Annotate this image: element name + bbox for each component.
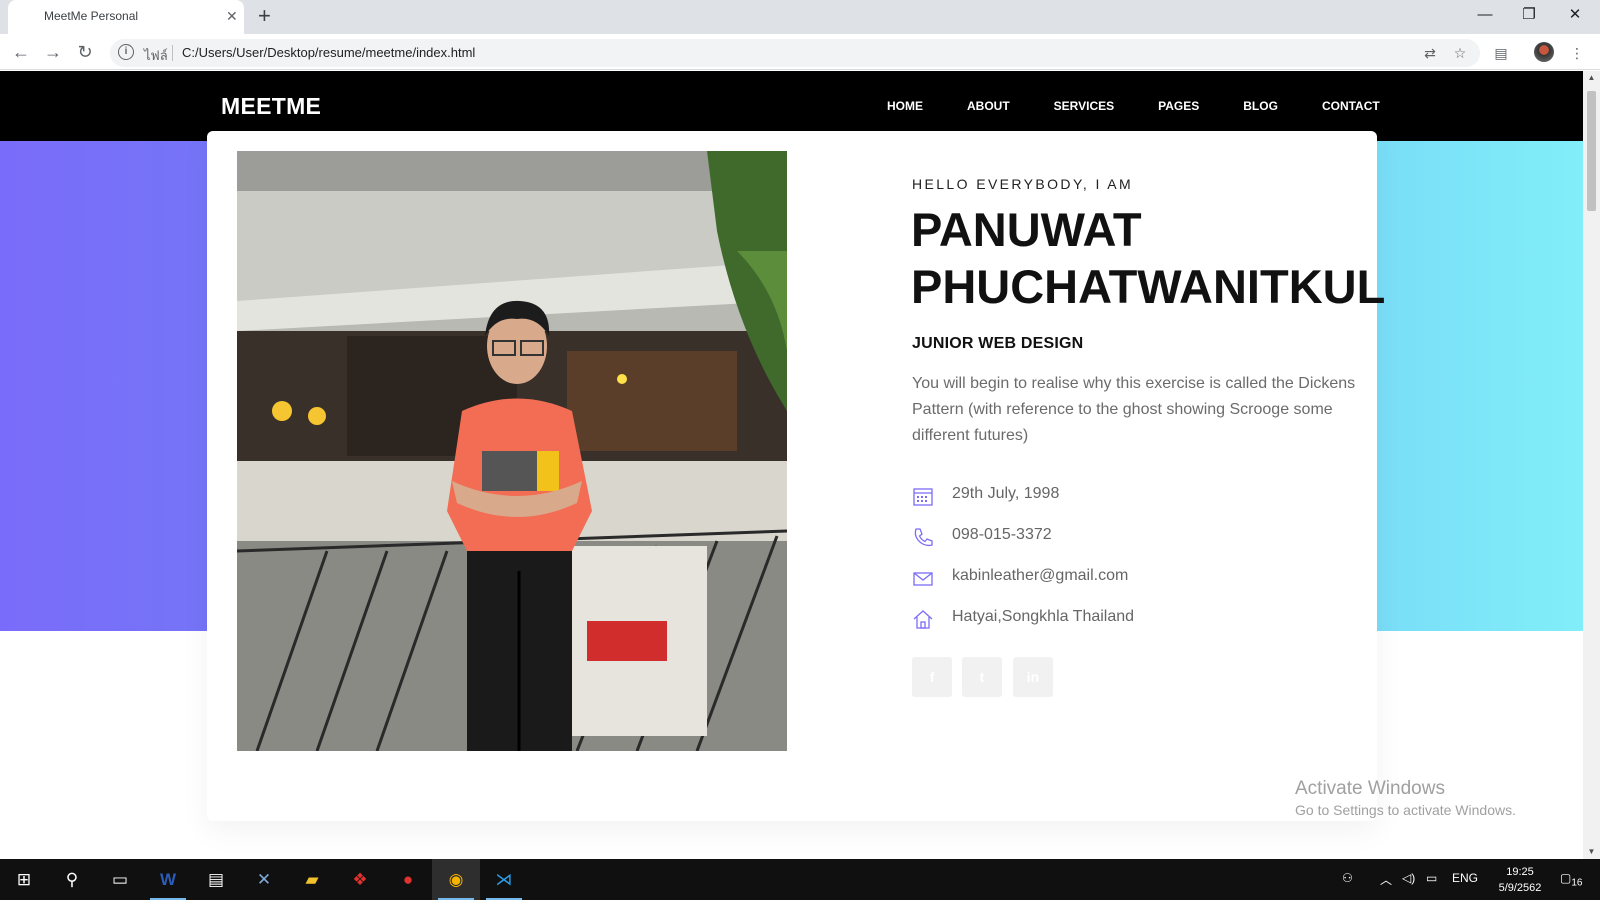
tray-expand-icon[interactable]: ︿ xyxy=(1380,871,1392,888)
page-viewport: MEETME HOME ABOUT SERVICES PAGES BLOG CO… xyxy=(0,71,1583,859)
calendar-icon xyxy=(913,488,933,506)
info-birthday-text: 29th July, 1998 xyxy=(952,485,1060,502)
file-explorer-icon[interactable]: ▰ xyxy=(288,859,336,900)
people-icon[interactable]: ⚇ xyxy=(1342,871,1353,885)
activate-windows-title: Activate Windows xyxy=(1295,778,1445,799)
nav-blog[interactable]: BLOG xyxy=(1243,99,1278,113)
translate-icon[interactable]: ⇄ xyxy=(1420,43,1440,63)
volume-icon[interactable]: ◁) xyxy=(1402,871,1415,885)
start-icon[interactable]: ⊞ xyxy=(0,859,48,900)
address-bar[interactable]: i ไฟล์ C:/Users/User/Desktop/resume/meet… xyxy=(110,39,1480,67)
hero-name-last: PHUCHATWANITKUL xyxy=(911,260,1386,313)
nav-contact[interactable]: CONTACT xyxy=(1322,99,1380,113)
back-icon[interactable]: ← xyxy=(9,40,33,64)
tab-title: MeetMe Personal xyxy=(44,9,139,23)
info-address-text: Hatyai,Songkhla Thailand xyxy=(952,608,1135,625)
new-tab-button[interactable]: + xyxy=(258,4,271,28)
clock-date: 5/9/2562 xyxy=(1498,882,1542,894)
browser-tab[interactable]: MeetMe Personal ✕ xyxy=(8,0,244,34)
info-icon[interactable]: i xyxy=(118,44,134,60)
forward-icon[interactable]: → xyxy=(41,40,65,64)
chat-app-icon[interactable]: ● xyxy=(384,859,432,900)
notification-count: 16 xyxy=(1571,877,1583,889)
address-separator xyxy=(172,45,173,61)
hero-greeting: HELLO EVERYBODY, I AM xyxy=(912,176,1134,192)
network-icon[interactable]: ▭ xyxy=(1426,871,1437,885)
browser-tabbar: MeetMe Personal ✕ + — ❐ ✕ xyxy=(0,0,1600,34)
restore-icon[interactable]: ❐ xyxy=(1509,4,1549,26)
facebook-icon[interactable]: f xyxy=(912,657,952,697)
language-indicator[interactable]: ENG xyxy=(1452,871,1478,885)
close-window-icon[interactable]: ✕ xyxy=(1555,4,1595,26)
activate-windows-subtitle: Go to Settings to activate Windows. xyxy=(1295,802,1516,818)
browser-toolbar: ← → ↻ i ไฟล์ C:/Users/User/Desktop/resum… xyxy=(0,34,1600,70)
minimize-icon[interactable]: — xyxy=(1465,4,1505,26)
search-icon[interactable]: ⚲ xyxy=(48,859,96,900)
linkedin-icon[interactable]: in xyxy=(1013,657,1053,697)
main-menu: HOME ABOUT SERVICES PAGES BLOG CONTACT xyxy=(887,99,1424,113)
nav-pages[interactable]: PAGES xyxy=(1158,99,1199,113)
task-view-icon[interactable]: ▭ xyxy=(96,859,144,900)
close-tab-icon[interactable]: ✕ xyxy=(226,8,238,24)
nav-services[interactable]: SERVICES xyxy=(1054,99,1114,113)
nav-home[interactable]: HOME xyxy=(887,99,923,113)
extension-icon[interactable]: ▤ xyxy=(1490,42,1512,64)
reload-icon[interactable]: ↻ xyxy=(73,40,97,64)
menu-dots-icon[interactable]: ⋮ xyxy=(1566,42,1588,64)
scroll-up-icon[interactable]: ▲ xyxy=(1583,71,1600,85)
site-logo[interactable]: MEETME xyxy=(221,93,321,120)
info-email-text[interactable]: kabinleather@gmail.com xyxy=(952,567,1128,585)
nav-about[interactable]: ABOUT xyxy=(967,99,1010,113)
address-prefix: ไฟล์ xyxy=(144,48,168,63)
bookmark-star-icon[interactable]: ☆ xyxy=(1450,43,1470,63)
document-app-icon[interactable]: ▤ xyxy=(192,859,240,900)
page-scrollbar[interactable]: ▲ ▼ xyxy=(1583,71,1600,859)
phone-icon xyxy=(914,528,933,547)
chrome-icon[interactable]: ◉ xyxy=(432,859,480,900)
vscode-icon[interactable]: ⋊ xyxy=(480,859,528,900)
notification-icon[interactable]: ▢16 xyxy=(1560,871,1582,888)
mail-icon xyxy=(913,572,933,586)
url-text[interactable]: C:/Users/User/Desktop/resume/meetme/inde… xyxy=(182,45,475,60)
word-icon[interactable]: W xyxy=(144,859,192,900)
taskbar-clock[interactable]: 19:25 5/9/2562 xyxy=(1490,864,1550,896)
hero-name: PANUWAT PHUCHATWANITKUL xyxy=(911,201,1385,315)
info-phone-text[interactable]: 098-015-3372 xyxy=(952,526,1052,544)
home-icon xyxy=(913,610,933,629)
app-icon[interactable]: ✕ xyxy=(240,859,288,900)
clock-time: 19:25 xyxy=(1506,866,1534,878)
hero-role: JUNIOR WEB DESIGN xyxy=(912,335,1084,352)
hero-bio: You will begin to realise why this exerc… xyxy=(912,375,1356,444)
profile-avatar[interactable] xyxy=(1534,42,1554,62)
windows-taskbar: ⊞ ⚲ ▭ W ▤ ✕ ▰ ❖ ● ◉ ⋊ ⚇ ︿ ◁) ▭ ENG 19:25… xyxy=(0,859,1600,900)
scroll-down-icon[interactable]: ▼ xyxy=(1583,845,1600,859)
game-app-icon[interactable]: ❖ xyxy=(336,859,384,900)
scroll-thumb[interactable] xyxy=(1587,91,1596,211)
hero-name-first: PANUWAT xyxy=(911,203,1142,256)
profile-photo xyxy=(237,151,787,751)
twitter-icon[interactable]: t xyxy=(962,657,1002,697)
